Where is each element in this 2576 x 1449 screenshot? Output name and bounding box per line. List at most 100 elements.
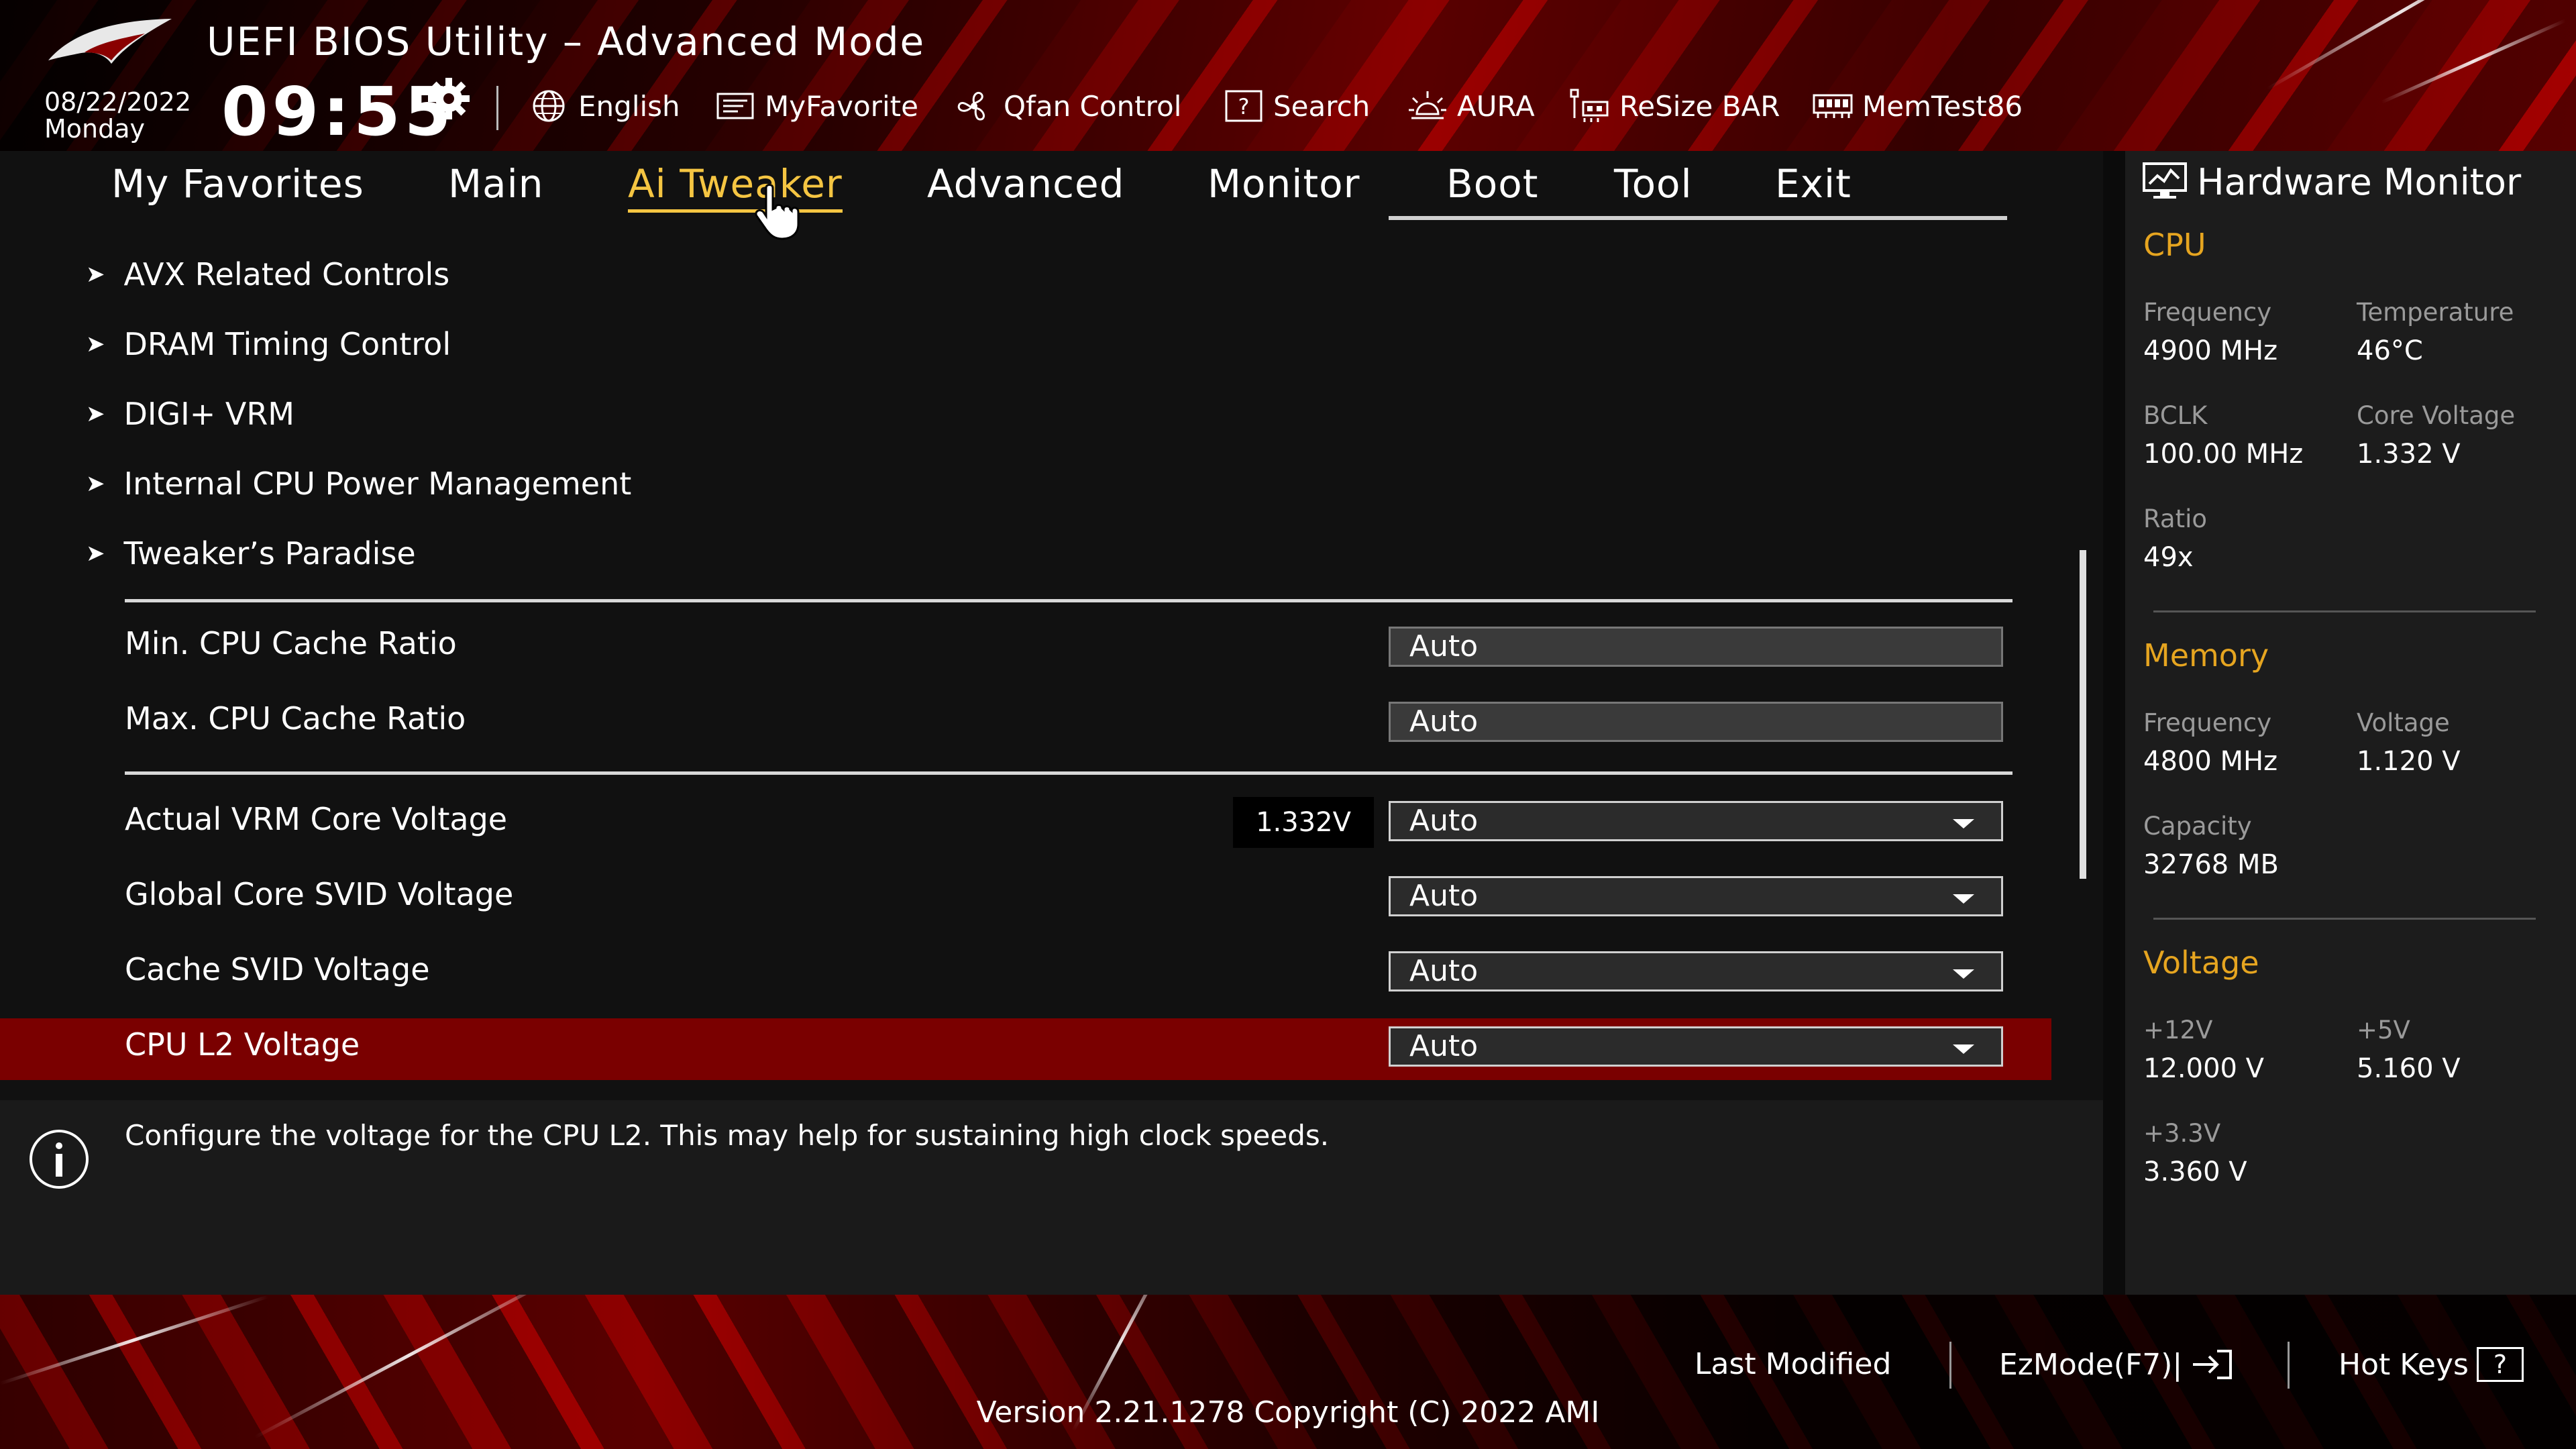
dropdown-value: Auto (1409, 954, 1479, 988)
memtest86-button[interactable]: MemTest86 (1811, 86, 2023, 126)
scrollbar[interactable] (2080, 550, 2086, 879)
myfavorite-button[interactable]: MyFavorite (714, 86, 918, 126)
hw-section-divider (2153, 610, 2536, 612)
qfan-control-label: Qfan Control (1004, 89, 1182, 123)
search-button[interactable]: ? Search (1222, 86, 1370, 126)
exit-arrow-icon (2193, 1350, 2233, 1379)
memtest86-label: MemTest86 (1862, 89, 2023, 123)
submenu-label: DRAM Timing Control (123, 326, 451, 362)
memory-capacity-value: 32768 MB (2143, 849, 2279, 880)
submenu-avx-related-controls[interactable]: ➤ AVX Related Controls (86, 256, 449, 292)
cpu-l2-voltage-dropdown[interactable]: Auto (1389, 1026, 2003, 1067)
dropdown-arrow-icon (1953, 1044, 1974, 1054)
tab-exit[interactable]: Exit (1775, 161, 1851, 207)
myfavorite-label: MyFavorite (765, 89, 918, 123)
section-divider (125, 599, 2012, 602)
submenu-dram-timing-control[interactable]: ➤ DRAM Timing Control (86, 326, 451, 362)
cpu-temperature-value: 46°C (2357, 335, 2423, 366)
resize-bar-button[interactable]: ReSize BAR (1568, 86, 1780, 126)
setting-label-max-cpu-cache-ratio: Max. CPU Cache Ratio (125, 700, 466, 737)
chevron-right-icon: ➤ (86, 261, 105, 288)
submenu-label: Tweaker’s Paradise (123, 535, 416, 572)
submenu-label: AVX Related Controls (123, 256, 450, 292)
submenu-digi-vrm[interactable]: ➤ DIGI+ VRM (86, 396, 294, 432)
setting-label-actual-vrm-core-voltage: Actual VRM Core Voltage (125, 801, 508, 837)
v33-label: +3.3V (2143, 1119, 2221, 1148)
monitor-icon (2143, 162, 2187, 199)
cpu-temperature-label: Temperature (2357, 298, 2514, 327)
voltage-section-heading: Voltage (2143, 945, 2259, 981)
dropdown-value: Auto (1409, 804, 1479, 838)
global-core-svid-voltage-dropdown[interactable]: Auto (1389, 876, 2003, 916)
hardware-monitor-title: Hardware Monitor (2197, 161, 2522, 203)
dropdown-arrow-icon (1953, 819, 1974, 828)
dropdown-value: Auto (1409, 879, 1479, 913)
setting-label-global-core-svid-voltage: Global Core SVID Voltage (125, 876, 514, 912)
search-label: Search (1273, 89, 1371, 123)
v33-value: 3.360 V (2143, 1157, 2247, 1187)
last-modified-button[interactable]: Last Modified (1695, 1347, 1891, 1381)
memory-voltage-value: 1.120 V (2357, 746, 2461, 777)
chevron-right-icon: ➤ (86, 540, 105, 567)
tab-boot[interactable]: Boot (1446, 161, 1539, 207)
cpu-frequency-label: Frequency (2143, 298, 2272, 327)
scroll-edge-line (1389, 216, 2007, 220)
bclk-label: BCLK (2143, 401, 2208, 430)
v12-label: +12V (2143, 1016, 2213, 1044)
setting-label-min-cpu-cache-ratio: Min. CPU Cache Ratio (125, 625, 457, 661)
hand-cursor-icon (755, 184, 800, 240)
dropdown-value: Auto (1409, 1029, 1479, 1063)
language-button[interactable]: English (527, 86, 680, 126)
qfan-control-button[interactable]: Qfan Control (953, 86, 1181, 126)
cache-svid-voltage-dropdown[interactable]: Auto (1389, 951, 2003, 991)
fan-icon (957, 92, 985, 121)
vrm-voltage-readout: 1.332V (1233, 797, 1374, 848)
date-display: 08/22/2022 (44, 87, 192, 117)
submenu-tweakers-paradise[interactable]: ➤ Tweaker’s Paradise (86, 535, 416, 572)
actual-vrm-core-voltage-dropdown[interactable]: Auto (1389, 801, 2003, 841)
favorite-icon (716, 93, 754, 119)
help-text: Configure the voltage for the CPU L2. Th… (125, 1119, 1330, 1152)
section-divider (125, 771, 2012, 775)
cpu-section-heading: CPU (2143, 227, 2206, 263)
tab-tool[interactable]: Tool (1614, 161, 1693, 207)
tab-main[interactable]: Main (448, 161, 543, 207)
hot-keys-button[interactable]: Hot Keys ? (2339, 1347, 2524, 1382)
dropdown-arrow-icon (1953, 894, 1974, 904)
memory-frequency-label: Frequency (2143, 708, 2272, 737)
submenu-label: Internal CPU Power Management (123, 466, 632, 502)
header-separator (496, 86, 498, 130)
hot-keys-label: Hot Keys (2339, 1347, 2469, 1382)
footer-separator (2288, 1342, 2290, 1389)
help-key-icon: ? (2476, 1347, 2524, 1382)
chevron-right-icon: ➤ (86, 400, 105, 427)
min-cpu-cache-ratio-field[interactable]: Auto (1389, 627, 2003, 667)
tab-monitor[interactable]: Monitor (1208, 161, 1360, 207)
clock-display: 09:55 (221, 72, 455, 151)
aura-button[interactable]: AURA (1406, 86, 1535, 126)
tab-advanced[interactable]: Advanced (927, 161, 1125, 207)
submenu-label: DIGI+ VRM (123, 396, 294, 432)
footer-separator (1949, 1342, 1951, 1389)
globe-icon (533, 90, 565, 122)
chevron-right-icon: ➤ (86, 331, 105, 358)
search-icon: ? (1225, 90, 1263, 122)
core-voltage-value: 1.332 V (2357, 439, 2461, 470)
aura-label: AURA (1457, 89, 1535, 123)
version-text: Version 2.21.1278 Copyright (C) 2022 AMI (976, 1395, 1600, 1430)
max-cpu-cache-ratio-field[interactable]: Auto (1389, 702, 2003, 742)
settings-gear-icon[interactable] (425, 75, 472, 122)
resize-bar-label: ReSize BAR (1619, 89, 1780, 123)
memory-frequency-value: 4800 MHz (2143, 746, 2278, 777)
ezmode-button[interactable]: EzMode(F7)| (1999, 1347, 2235, 1382)
v5-value: 5.160 V (2357, 1053, 2461, 1084)
dropdown-arrow-icon (1953, 969, 1974, 979)
memory-section-heading: Memory (2143, 637, 2269, 674)
chevron-right-icon: ➤ (86, 470, 105, 497)
ratio-label: Ratio (2143, 504, 2207, 533)
memtest-icon (1813, 94, 1853, 118)
submenu-internal-cpu-power-management[interactable]: ➤ Internal CPU Power Management (86, 466, 631, 502)
setting-label-cpu-l2-voltage: CPU L2 Voltage (125, 1026, 360, 1063)
core-voltage-label: Core Voltage (2357, 401, 2516, 430)
tab-my-favorites[interactable]: My Favorites (111, 161, 364, 207)
